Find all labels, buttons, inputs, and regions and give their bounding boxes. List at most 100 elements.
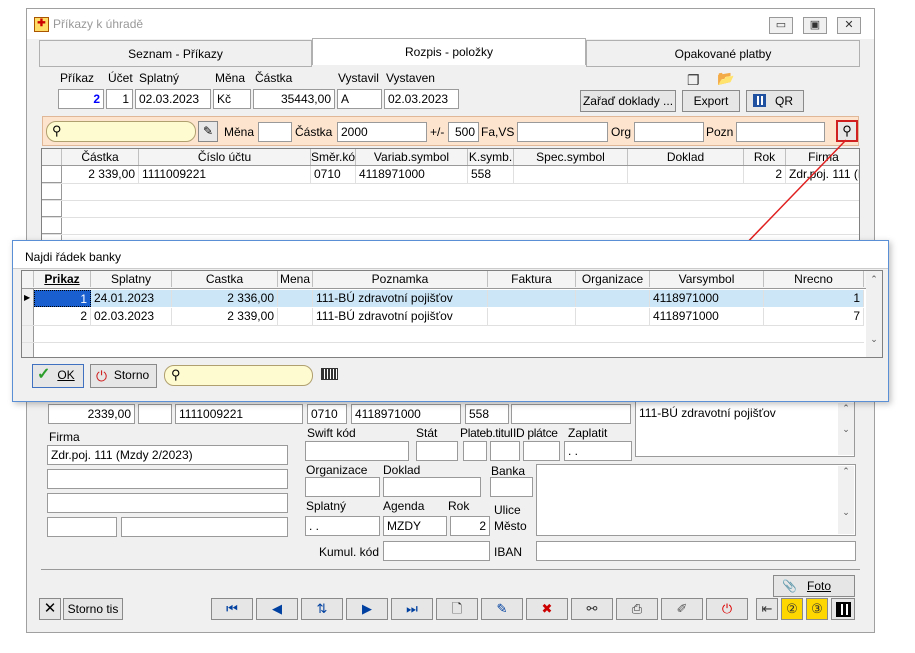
castka-field[interactable]: 35443,00	[253, 89, 335, 109]
tab-opakovane[interactable]: Opakované platby	[586, 40, 860, 67]
copy-icon[interactable]: ❐	[687, 72, 700, 89]
filter-pm-input[interactable]: 500	[448, 122, 479, 142]
filter-org-input[interactable]	[634, 122, 704, 142]
bank-rows-grid[interactable]: Prikaz Splatny Castka Mena Poznamka Fakt…	[21, 270, 883, 358]
agenda-field[interactable]: MZDY	[383, 516, 447, 536]
sort-button[interactable]: ⇅	[301, 598, 343, 620]
rok-field[interactable]: 2	[450, 516, 490, 536]
edit-record-button[interactable]: ✎	[481, 598, 523, 620]
col-nrecno[interactable]: Nrecno	[764, 271, 864, 287]
col-organizace[interactable]: Organizace	[576, 271, 650, 287]
banka-adresa-field[interactable]	[536, 464, 856, 536]
col-faktura[interactable]: Faktura	[488, 271, 576, 287]
org-field[interactable]	[305, 477, 380, 497]
qr-small-button[interactable]	[831, 598, 855, 620]
zaplatit-field[interactable]: . .	[564, 441, 632, 461]
swift-field[interactable]	[305, 441, 409, 461]
stat-field[interactable]	[416, 441, 458, 461]
foto-button[interactable]: 📎 Foto	[773, 575, 855, 597]
next-record-button[interactable]: ▶	[346, 598, 388, 620]
idplatce2-field[interactable]	[523, 441, 560, 461]
detail-vs[interactable]: 4118971000	[351, 404, 461, 424]
filter-favs-input[interactable]	[517, 122, 608, 142]
poznamka-scrollbar[interactable]: ⌃ ⌄	[838, 403, 854, 455]
vystavil-field[interactable]: A	[337, 89, 382, 109]
col-castka[interactable]: Castka	[172, 271, 278, 287]
doklad-field[interactable]	[383, 477, 481, 497]
ucet-field[interactable]: 1	[106, 89, 133, 109]
storno-tis-button[interactable]: Storno tis	[63, 598, 123, 620]
qr-button[interactable]: QR	[746, 90, 804, 112]
prikaz-field[interactable]: 2	[58, 89, 104, 109]
mena-field[interactable]: Kč	[213, 89, 251, 109]
export-button[interactable]: Export	[682, 90, 740, 112]
col-firma[interactable]: Firma	[786, 149, 859, 165]
eraser-button[interactable]: ✎	[198, 121, 218, 142]
tab-seznam[interactable]: Seznam - Příkazy	[39, 40, 312, 67]
splatny-detail-field[interactable]: . .	[305, 516, 380, 536]
splatny-field[interactable]: 02.03.2023	[135, 89, 211, 109]
zarad-doklady-button[interactable]: Zařaď doklady ...	[580, 90, 676, 112]
detail-poznamka[interactable]: 111-BÚ zdravotní pojišťov	[635, 401, 855, 457]
detail-smer-kod[interactable]: 0710	[307, 404, 347, 424]
col-doklad[interactable]: Doklad	[628, 149, 744, 165]
col-poznamka[interactable]: Poznamka	[313, 271, 488, 287]
iban-field[interactable]	[536, 541, 856, 561]
export-icon-button[interactable]: ⇤	[756, 598, 778, 620]
obec-field[interactable]	[121, 517, 288, 537]
ok-button[interactable]: ✓ OK	[32, 364, 84, 388]
detail-ks[interactable]: 558	[465, 404, 509, 424]
idplatce1-field[interactable]	[490, 441, 520, 461]
detail-ucet[interactable]: 1111009221	[175, 404, 303, 424]
adresa2-field[interactable]	[47, 493, 288, 513]
col-varsymbol[interactable]: Varsymbol	[650, 271, 764, 287]
barcode-icon[interactable]	[321, 368, 338, 380]
dialog-search-input[interactable]: ⚲	[164, 365, 313, 386]
print-button[interactable]: ⎙	[616, 598, 658, 620]
firma-field[interactable]: Zdr.poj. 111 (Mzdy 2/2023)	[47, 445, 288, 465]
level2-button[interactable]: ②	[781, 598, 803, 620]
table-row[interactable]: 2 02.03.2023 2 339,00 111-BÚ zdravotní p…	[34, 308, 864, 325]
items-grid[interactable]: Částka Číslo účtu Směr.kód Variab.symbol…	[41, 148, 860, 248]
col-k-symb[interactable]: K.symb.	[468, 149, 514, 165]
level3-button[interactable]: ③	[806, 598, 828, 620]
quick-search-input[interactable]: ⚲	[46, 121, 196, 142]
detail-mena[interactable]	[138, 404, 172, 424]
dialog-grid-scrollbar[interactable]: ⌃ ⌄	[866, 271, 882, 357]
open-folder-icon[interactable]: 📂	[717, 70, 734, 87]
prev-record-button[interactable]: ◀	[256, 598, 298, 620]
detail-ss[interactable]	[511, 404, 631, 424]
tools-button[interactable]: ✐	[661, 598, 703, 620]
detail-castka[interactable]: 2339,00	[48, 404, 135, 424]
col-cislo-uctu[interactable]: Číslo účtu	[139, 149, 311, 165]
delete-record-button[interactable]: ✖	[526, 598, 568, 620]
col-mena[interactable]: Mena	[278, 271, 313, 287]
tab-rozpis[interactable]: Rozpis - položky	[312, 38, 586, 65]
adresa1-field[interactable]	[47, 469, 288, 489]
filter-pozn-input[interactable]	[736, 122, 825, 142]
kumul-field[interactable]	[383, 541, 490, 561]
filter-castka-input[interactable]: 2000	[337, 122, 427, 142]
new-record-button[interactable]: 🗋	[436, 598, 478, 620]
power-button[interactable]: ⏻	[706, 598, 748, 620]
storno-button[interactable]: ⏻ Storno	[90, 364, 157, 388]
col-variab-symbol[interactable]: Variab.symbol	[356, 149, 468, 165]
plateb-field[interactable]	[463, 441, 487, 461]
col-prikaz[interactable]: Prikaz	[34, 271, 91, 287]
table-row[interactable]: 2 339,00 1111009221 0710 4118971000 558 …	[62, 166, 859, 183]
vystaven-field[interactable]: 02.03.2023	[384, 89, 459, 109]
table-row[interactable]: 1 24.01.2023 2 336,00 111-BÚ zdravotní p…	[34, 290, 864, 307]
banka-scrollbar[interactable]: ⌃ ⌄	[838, 466, 854, 534]
close-button[interactable]: ✕	[837, 17, 861, 34]
col-smer-kod[interactable]: Směr.kód	[311, 149, 356, 165]
last-record-button[interactable]: ⏭	[391, 598, 433, 620]
banka-field[interactable]	[490, 477, 533, 497]
filter-mena-input[interactable]	[258, 122, 292, 142]
minimize-button[interactable]: ▭	[769, 17, 793, 34]
col-spec-symbol[interactable]: Spec.symbol	[514, 149, 628, 165]
col-splatny[interactable]: Splatny	[91, 271, 172, 287]
col-rok[interactable]: Rok	[744, 149, 786, 165]
close-x-button[interactable]: ✕	[39, 598, 61, 620]
find-button[interactable]: ⚯	[571, 598, 613, 620]
first-record-button[interactable]: ⏮	[211, 598, 253, 620]
